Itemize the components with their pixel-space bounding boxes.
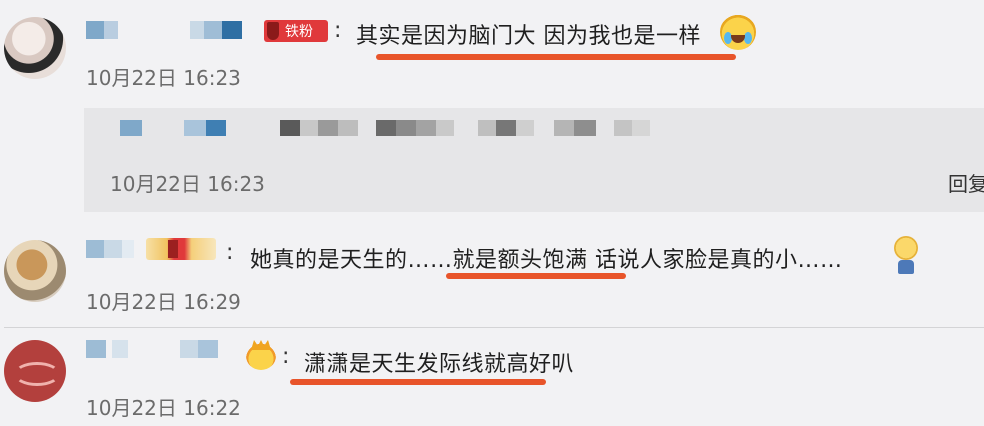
highlight-underline [376,54,736,60]
crown-emoji-icon [246,340,276,370]
comment-text: 潇潇是天生发际线就高好叭 [304,352,575,377]
reply-box[interactable]: 10月22日 16:23 回复 [84,108,984,212]
reply-author-blurred [120,120,142,136]
reply-text-blurred [184,120,650,138]
comment-time: 10月22日 16:23 [86,66,241,90]
colon: : [282,344,290,369]
badge-icon [168,240,178,258]
colon: : [226,240,234,265]
laughing-tears-icon [720,14,756,50]
reply-time: 10月22日 16:23 [110,172,265,196]
highlight-underline [446,273,626,279]
shy-emoji-icon [894,236,918,274]
commenter-name-blurred-2 [180,340,218,358]
highlight-underline [290,379,546,385]
badge-label: 铁粉 [285,24,313,40]
fan-badge [146,238,216,260]
commenter-avatar[interactable] [4,17,66,79]
comment-time: 10月22日 16:22 [86,396,241,420]
commenter-name-blurred-2 [190,21,242,39]
comment-text: 其实是因为脑门大 因为我也是一样 [356,24,701,49]
colon: : [334,18,342,43]
commenter-name-blurred[interactable] [86,21,118,39]
commenter-avatar[interactable] [4,340,66,402]
commenter-name-blurred[interactable] [86,340,128,358]
comment-time: 10月22日 16:29 [86,290,241,314]
comment-text: 她真的是天生的……就是额头饱满 话说人家脸是真的小…… [250,248,843,273]
commenter-name-blurred[interactable] [86,240,134,258]
badge-icon [267,22,279,40]
comment-thread: 铁粉 : 其实是因为脑门大 因为我也是一样 10月22日 16:23 10月22… [0,0,984,426]
reply-action[interactable]: 回复 [948,168,984,197]
comment-divider [4,327,984,328]
commenter-avatar[interactable] [4,240,66,302]
fan-badge: 铁粉 [264,20,328,42]
